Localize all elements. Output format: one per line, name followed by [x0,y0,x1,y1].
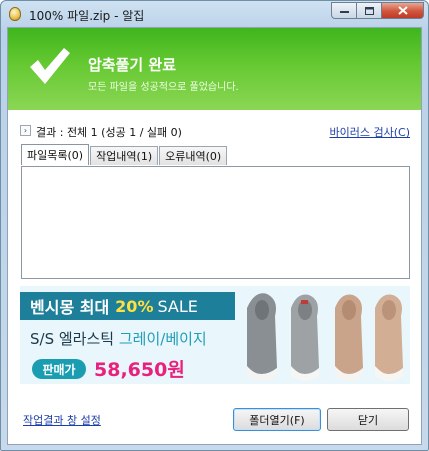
window-controls [331,2,424,20]
dialog-body: 압축풀기 완료 모든 파일을 성공적으로 풀었습니다. › 결과 : 전체 1 … [7,27,422,445]
window-close-button[interactable] [382,2,424,19]
title-bar[interactable]: 100% 파일.zip - 알집 [1,1,428,27]
banner-subtitle: 모든 파일을 성공적으로 풀었습니다. [88,82,239,93]
shoes-image [247,293,403,381]
shoe-gray-left [247,293,277,381]
ad-discount: 20% [115,296,154,316]
chevron-right-icon[interactable]: › [20,125,31,136]
ad-price: 58,650원 [94,359,185,381]
maximize-icon [364,6,374,15]
ad-headline: 벤시몽 최대 20% SALE [20,292,235,320]
ad-sale: SALE [157,296,198,316]
alzip-egg-icon [9,7,21,21]
result-row: › 결과 : 전체 1 (성공 1 / 실패 0) 바이러스 검사(C) [20,124,410,140]
shoe-gray-right [291,294,319,381]
app-window: 100% 파일.zip - 알집 압축풀기 완료 모든 파일을 성공적으로 풀었… [0,0,429,451]
banner-title: 압축풀기 완료 [88,56,177,74]
minimize-icon [339,10,349,13]
tab-error-history[interactable]: 오류내역(0) [159,146,228,165]
ad-brand-line: 벤시몽 최대 [30,298,110,317]
tab-file-list[interactable]: 파일목록(0) [21,144,90,165]
tab-work-history[interactable]: 작업내역(1) [90,146,159,165]
close-icon [397,6,408,15]
result-summary: 결과 : 전체 1 (성공 1 / 실패 0) [36,126,182,139]
maximize-button[interactable] [357,2,382,19]
ad-product-line: S/S 엘라스틱 그레이/베이지 [30,328,207,349]
price-badge: 판매가 [32,359,86,379]
shoe-beige-left [335,294,363,381]
ad-product-colors: 그레이/베이지 [118,330,207,348]
result-tabs: 파일목록(0) 작업내역(1) 오류내역(0) [21,144,228,166]
file-list[interactable] [21,166,410,279]
minimize-button[interactable] [331,2,357,19]
completion-banner: 압축풀기 완료 모든 파일을 성공적으로 풀었습니다. [8,28,421,110]
ad-product-prefix: S/S 엘라스틱 [30,330,115,348]
window-title: 100% 파일.zip - 알집 [29,9,145,23]
shoe-beige-right [375,294,403,381]
checkmark-icon [30,48,70,84]
virus-scan-link[interactable]: 바이러스 검사(C) [330,124,410,140]
open-folder-button[interactable]: 폴더열기(F) [233,408,321,431]
result-window-settings-link[interactable]: 작업결과 창 설정 [23,412,101,428]
close-button[interactable]: 닫기 [327,408,409,431]
ad-banner[interactable]: 벤시몽 최대 20% SALE S/S 엘라스틱 그레이/베이지 판매가 58,… [20,286,410,384]
